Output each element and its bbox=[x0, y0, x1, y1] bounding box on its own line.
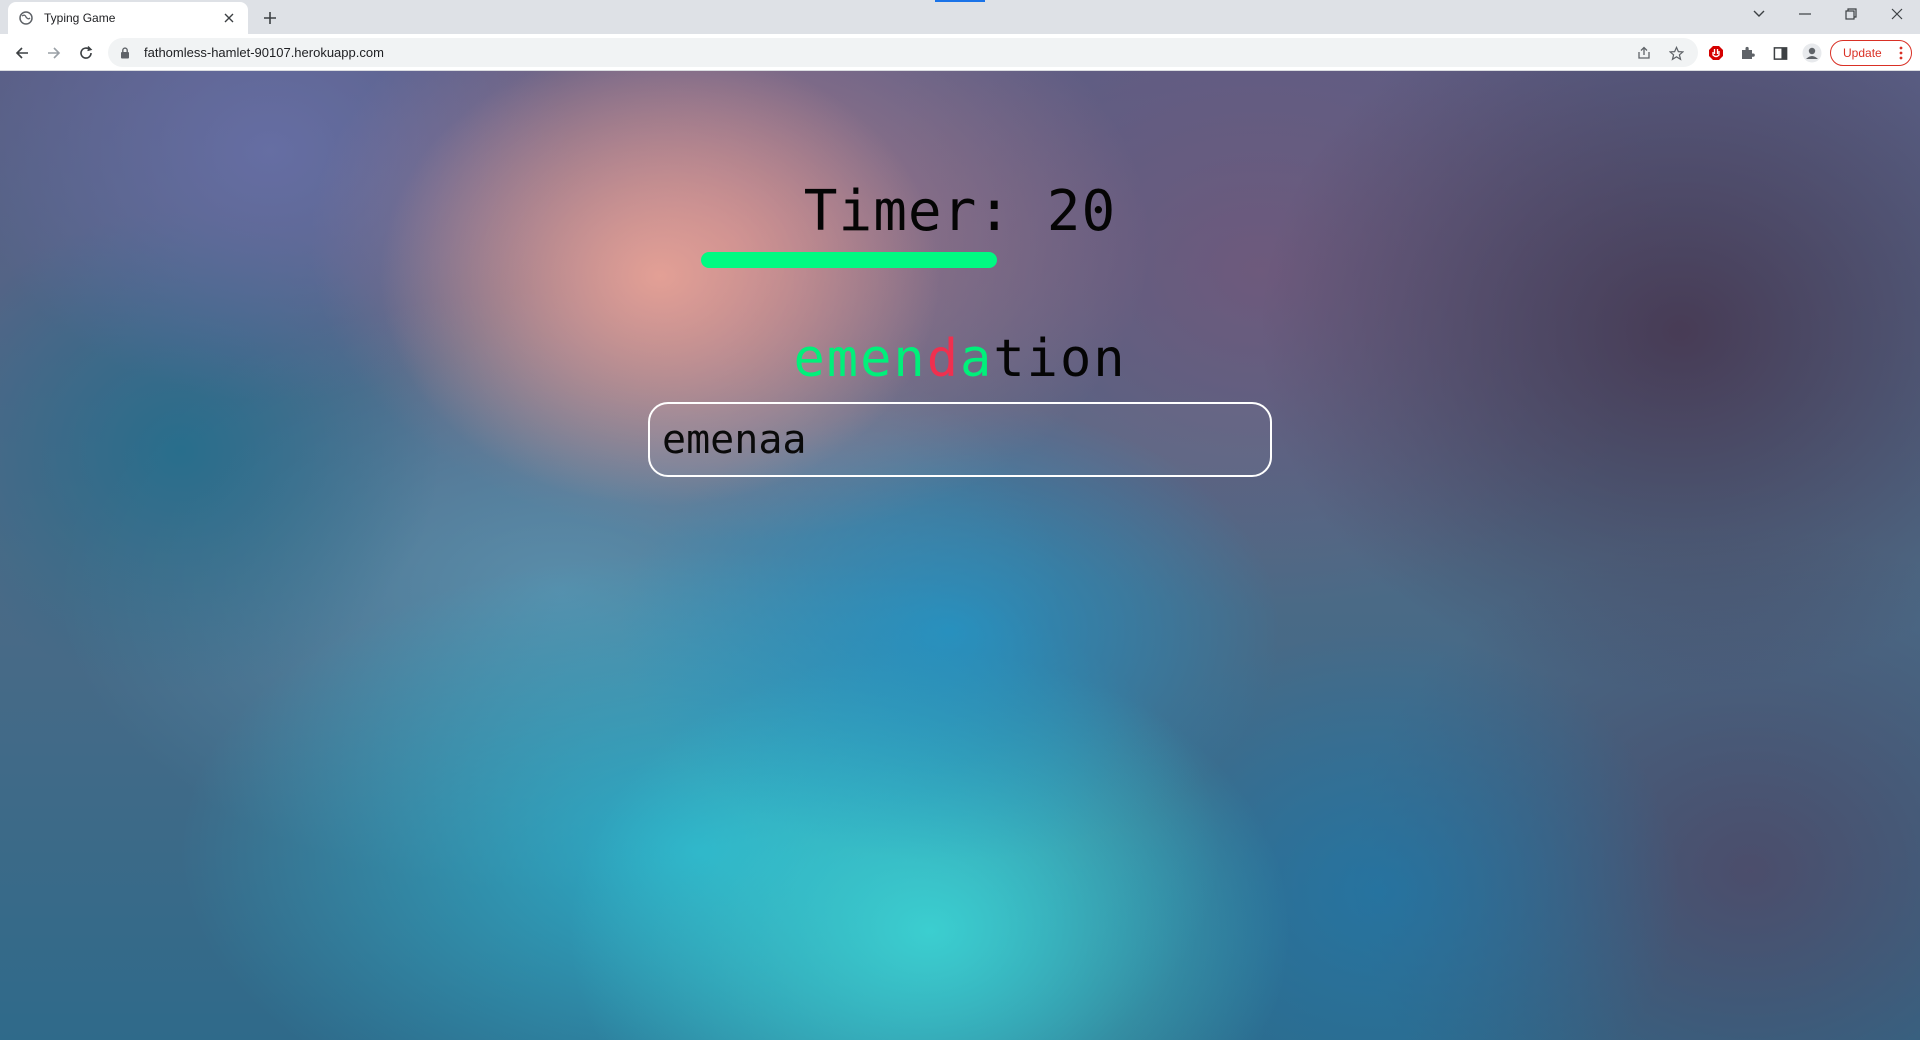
plus-icon bbox=[264, 12, 276, 24]
word-letter-correct: e bbox=[793, 329, 827, 389]
word-letter-pending: t bbox=[993, 329, 1027, 389]
word-letter-wrong: d bbox=[926, 329, 960, 389]
browser-tabstrip: Typing Game bbox=[0, 0, 1920, 34]
close-window-icon bbox=[1891, 8, 1903, 20]
adblock-extension-button[interactable] bbox=[1702, 39, 1730, 67]
restore-icon bbox=[1845, 8, 1857, 20]
tab-search-button[interactable] bbox=[1736, 0, 1782, 28]
back-icon bbox=[15, 47, 28, 59]
share-icon bbox=[1638, 46, 1650, 59]
target-word: emendation bbox=[0, 329, 1920, 389]
reload-icon bbox=[80, 46, 93, 59]
address-bar[interactable]: fathomless-hamlet-90107.herokuapp.com bbox=[108, 38, 1698, 67]
word-letter-correct: m bbox=[826, 329, 861, 389]
word-letter-pending: i bbox=[1026, 329, 1060, 389]
browser-toolbar: fathomless-hamlet-90107.herokuapp.com Up… bbox=[0, 34, 1920, 71]
url-text: fathomless-hamlet-90107.herokuapp.com bbox=[144, 45, 384, 60]
close-icon[interactable] bbox=[220, 9, 238, 27]
lock-icon bbox=[120, 46, 134, 60]
tab-search-indicator bbox=[935, 0, 985, 2]
star-icon bbox=[1668, 45, 1684, 61]
forward-icon bbox=[48, 47, 61, 59]
globe-icon bbox=[18, 10, 34, 26]
minimize-button[interactable] bbox=[1782, 0, 1828, 28]
minimize-icon bbox=[1799, 13, 1811, 15]
side-panel-button[interactable] bbox=[1766, 39, 1794, 67]
tab-title: Typing Game bbox=[44, 11, 116, 25]
extensions-icon bbox=[1742, 46, 1755, 59]
back-button[interactable] bbox=[8, 39, 36, 67]
more-icon bbox=[1899, 46, 1903, 63]
close-window-button[interactable] bbox=[1874, 0, 1920, 28]
word-letter-pending: o bbox=[1059, 329, 1094, 389]
timer-progress-bar bbox=[701, 252, 1066, 268]
bookmark-button[interactable] bbox=[1662, 39, 1690, 67]
timer-label: Timer: 20 bbox=[803, 179, 1117, 244]
typing-game: Timer: 20 emendation bbox=[0, 71, 1920, 1040]
restore-button[interactable] bbox=[1828, 0, 1874, 28]
adblock-icon bbox=[1709, 46, 1723, 60]
extensions-button[interactable] bbox=[1734, 39, 1762, 67]
chevron-down-icon bbox=[1753, 10, 1765, 17]
word-input[interactable] bbox=[648, 402, 1272, 477]
browser-tab[interactable]: Typing Game bbox=[8, 2, 248, 34]
page-viewport: Timer: 20 emendation bbox=[0, 71, 1920, 1040]
new-tab-button[interactable] bbox=[258, 6, 282, 30]
word-letter-correct: e bbox=[860, 329, 894, 389]
timer-progress-fill bbox=[701, 252, 997, 268]
reload-button[interactable] bbox=[72, 39, 100, 67]
profile-button[interactable] bbox=[1798, 39, 1826, 67]
share-button[interactable] bbox=[1630, 39, 1658, 67]
update-label: Update bbox=[1843, 46, 1882, 60]
forward-button[interactable] bbox=[40, 39, 68, 67]
word-letter-pending: n bbox=[1093, 329, 1127, 389]
word-letter-correct: n bbox=[893, 329, 927, 389]
word-letter-correct: a bbox=[960, 329, 994, 389]
side-panel-icon bbox=[1773, 46, 1787, 60]
update-button[interactable]: Update bbox=[1830, 40, 1912, 66]
profile-icon bbox=[1802, 43, 1822, 63]
